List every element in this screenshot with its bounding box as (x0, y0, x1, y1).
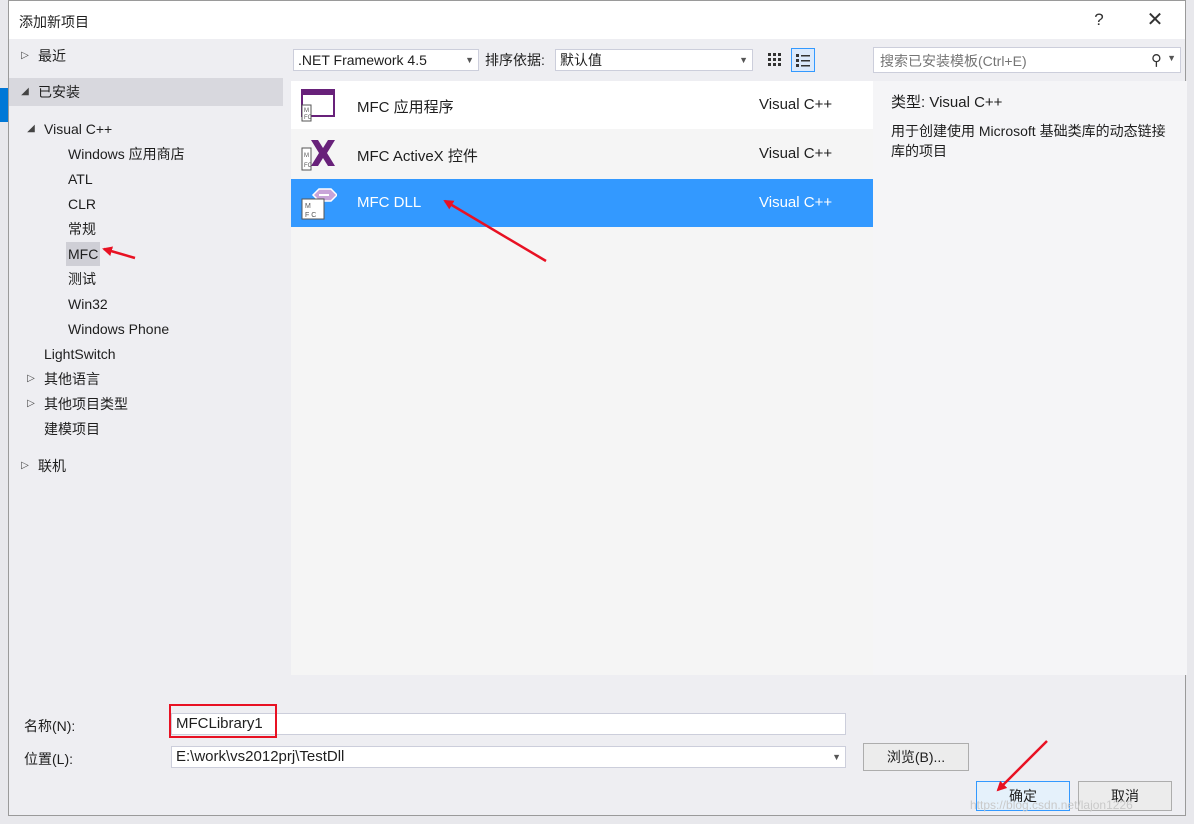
dialog-title: 添加新项目 (19, 14, 89, 30)
template-language: Visual C++ (759, 145, 833, 162)
add-new-item-dialog: 添加新项目 ? ✕ ▷ 最近 ◢ 已安装 ◢ Visual C++ Window… (8, 0, 1187, 816)
template-row-mfc-dll[interactable]: M F C MFC DLL Visual C++ (291, 179, 875, 227)
tree-item-label: 最近 (38, 48, 66, 64)
background-window-edge (0, 88, 8, 122)
tree-item-other-languages[interactable]: ▷ 其他语言 (9, 367, 283, 391)
tree-item-label: Win32 (68, 296, 108, 312)
tree-item-online[interactable]: ▷ 联机 (9, 454, 283, 478)
tree-item-label: Windows 应用商店 (68, 146, 185, 162)
tree-item-label: 常规 (68, 221, 96, 237)
search-icon[interactable]: ⚲ (1151, 51, 1162, 69)
list-view-icon (796, 54, 810, 67)
sort-select[interactable]: 默认值 ▼ (555, 49, 753, 71)
template-info-panel: 类型: Visual C++ 用于创建使用 Microsoft 基础类库的动态链… (873, 81, 1187, 675)
name-label: 名称(N): (24, 718, 76, 734)
expand-arrow-icon[interactable]: ▷ (24, 367, 38, 391)
tree-item-label: 测试 (68, 271, 96, 287)
svg-text:F C: F C (305, 212, 316, 219)
tree-item-label: LightSwitch (44, 346, 116, 362)
tree-item-label: CLR (68, 196, 97, 212)
mfc-activex-icon: M FC (301, 140, 335, 171)
template-name: MFC DLL (357, 194, 422, 211)
dropdown-arrow-icon: ▼ (739, 55, 748, 65)
mfc-dll-icon: M F C (301, 188, 337, 220)
framework-select-value: .NET Framework 4.5 (298, 52, 427, 68)
template-row-mfc-activex[interactable]: M FC MFC ActiveX 控件 Visual C++ (291, 130, 875, 178)
tree-item-installed[interactable]: ◢ 已安装 (9, 78, 283, 106)
title-bar: 添加新项目 ? ✕ (9, 1, 1185, 39)
svg-text:FC: FC (304, 115, 313, 121)
tree-item-label: 其他语言 (44, 371, 100, 387)
location-field[interactable]: E:\work\vs2012prj\TestDll ▼ (171, 746, 846, 768)
tree-item-visual-cpp[interactable]: ◢ Visual C++ (9, 117, 283, 141)
type-value: Visual C++ (929, 94, 1003, 111)
tree-item-label: ATL (68, 171, 93, 187)
help-button[interactable]: ? (1079, 7, 1119, 33)
svg-text:M: M (305, 203, 311, 210)
tree-item-label: 已安装 (38, 84, 80, 100)
svg-text:FC: FC (304, 163, 313, 169)
expand-arrow-icon[interactable]: ▷ (24, 392, 38, 416)
location-value: E:\work\vs2012prj\TestDll (176, 748, 345, 765)
collapse-arrow-icon[interactable]: ◢ (24, 117, 38, 141)
sort-label: 排序依据: (485, 52, 545, 68)
mfc-application-icon: M FC (301, 89, 335, 122)
tree-item-other-project-types[interactable]: ▷ 其他项目类型 (9, 392, 283, 416)
template-name: MFC ActiveX 控件 (357, 148, 478, 165)
tree-item-label: Visual C++ (44, 121, 113, 137)
project-form: 名称(N): MFCLibrary1 位置(L): E:\work\vs2012… (9, 675, 1185, 815)
browse-button[interactable]: 浏览(B)... (863, 743, 969, 771)
template-type: 类型: Visual C++ (891, 91, 1002, 112)
watermark: https://blog.csdn.net/lajon1226 (970, 798, 1133, 812)
annotation-highlight-box (169, 704, 277, 738)
grid-view-icon (768, 53, 781, 66)
type-label: 类型: (891, 94, 926, 111)
template-row-mfc-application[interactable]: M FC MFC 应用程序 Visual C++ (291, 81, 875, 129)
expand-arrow-icon[interactable]: ▷ (18, 454, 32, 478)
background-strip (1186, 0, 1194, 824)
small-icons-view-button[interactable] (763, 48, 787, 72)
svg-text:M: M (304, 108, 309, 114)
search-box[interactable]: ⚲ ▼ (873, 47, 1181, 73)
list-view-button[interactable] (791, 48, 815, 72)
template-name: MFC 应用程序 (357, 99, 454, 116)
search-options-arrow-icon[interactable]: ▼ (1167, 53, 1176, 63)
framework-select[interactable]: .NET Framework 4.5 ▼ (293, 49, 479, 71)
close-button[interactable]: ✕ (1135, 7, 1175, 33)
search-input[interactable] (878, 51, 1142, 71)
tree-item-label: 建模项目 (44, 421, 100, 437)
sort-select-value: 默认值 (560, 52, 602, 68)
tree-item-label: 其他项目类型 (44, 396, 128, 412)
tree-item-label: Windows Phone (68, 321, 170, 337)
collapse-arrow-icon[interactable]: ◢ (18, 78, 32, 106)
template-description: 用于创建使用 Microsoft 基础类库的动态链接库的项目 (891, 123, 1166, 159)
svg-text:M: M (304, 153, 309, 159)
template-toolbar: .NET Framework 4.5 ▼ 排序依据: 默认值 ▼ (291, 45, 875, 77)
tree-item-label: 联机 (38, 458, 66, 474)
expand-arrow-icon[interactable]: ▷ (18, 44, 32, 68)
location-label: 位置(L): (24, 751, 73, 767)
template-list: M FC MFC 应用程序 Visual C++ M FC MFC Active… (291, 81, 875, 675)
tree-item-label: MFC (66, 242, 101, 266)
dropdown-arrow-icon[interactable]: ▼ (832, 747, 841, 767)
tree-item-recent[interactable]: ▷ 最近 (9, 44, 283, 68)
dropdown-arrow-icon: ▼ (465, 55, 474, 65)
template-category-tree: ▷ 最近 ◢ 已安装 ◢ Visual C++ Windows 应用商店 ATL… (9, 39, 283, 675)
template-language: Visual C++ (759, 96, 833, 113)
template-language: Visual C++ (759, 194, 833, 211)
